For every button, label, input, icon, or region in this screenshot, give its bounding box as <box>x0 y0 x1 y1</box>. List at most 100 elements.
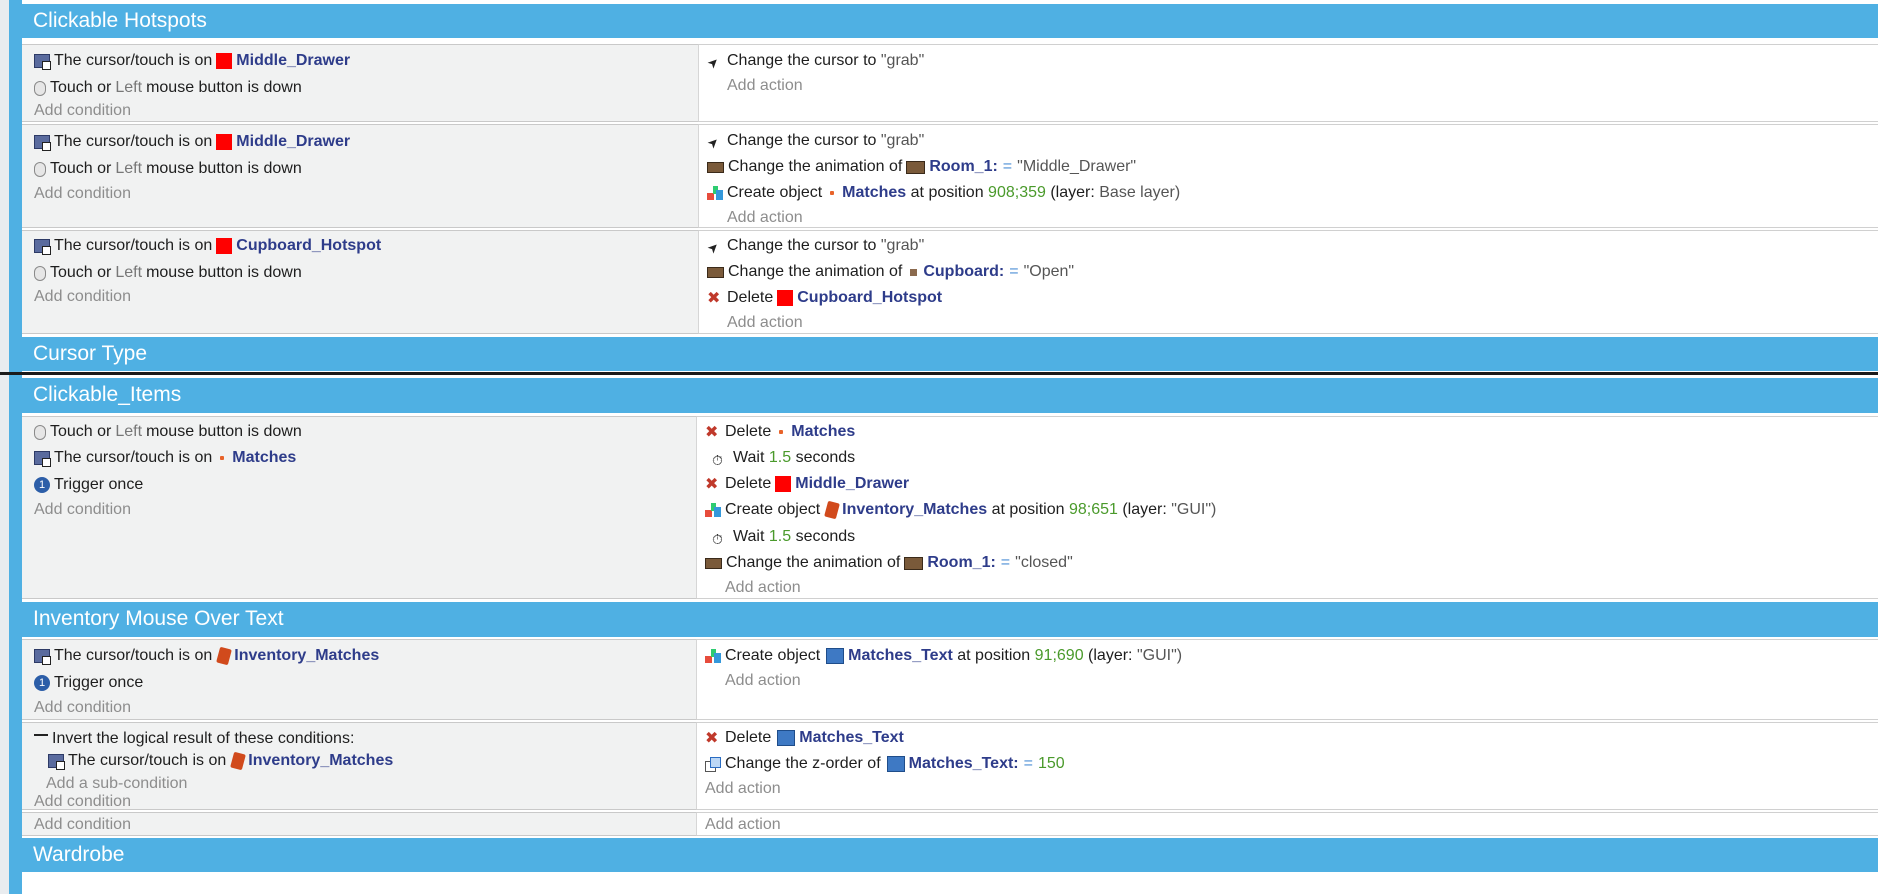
conditions-cell[interactable]: Touch or Left mouse button is down The c… <box>22 416 697 599</box>
animation-icon <box>707 161 724 173</box>
action-wait[interactable]: Wait 1.5 seconds <box>705 445 855 473</box>
add-action-link[interactable]: Add action <box>727 73 803 99</box>
actions-cell[interactable]: Delete Matches_Text Change the z-order o… <box>697 722 1878 810</box>
add-condition-link[interactable]: Add condition <box>34 98 131 124</box>
condition-cursor-on[interactable]: The cursor/touch is on Middle_Drawer <box>34 48 350 74</box>
group-indent-bar <box>9 0 22 372</box>
conditions-cell[interactable]: The cursor/touch is on Middle_Drawer Tou… <box>22 44 699 122</box>
group-inventory-mouse-over-text[interactable]: Inventory Mouse Over Text <box>22 602 1878 637</box>
conditions-cell[interactable]: Add condition <box>22 812 697 836</box>
object-swatch-icon <box>824 500 841 520</box>
events-pane-bottom: Clickable_Items Touch or Left mouse butt… <box>0 375 1878 894</box>
condition-trigger-once[interactable]: 1 Trigger once <box>34 670 143 696</box>
event-row[interactable]: The cursor/touch is on Middle_Drawer Tou… <box>22 44 1878 122</box>
add-condition-link[interactable]: Add condition <box>34 497 131 523</box>
cursor-on-object-icon <box>34 451 51 467</box>
create-object-icon <box>707 186 723 200</box>
object-swatch-icon <box>906 160 926 174</box>
add-condition-link[interactable]: Add condition <box>34 284 131 310</box>
conditions-cell[interactable]: The cursor/touch is on Cupboard_Hotspot … <box>22 230 699 334</box>
action-change-animation[interactable]: Change the animation of Room_1: = "Middl… <box>707 154 1136 180</box>
condition-mouse-down[interactable]: Touch or Left mouse button is down <box>34 260 302 286</box>
action-create-object[interactable]: Create object Matches_Text at position 9… <box>705 643 1182 669</box>
conditions-cell[interactable]: The cursor/touch is on Middle_Drawer Tou… <box>22 124 699 228</box>
add-action-link[interactable]: Add action <box>705 776 781 802</box>
action-change-animation[interactable]: Change the animation of Cupboard: = "Ope… <box>707 259 1074 285</box>
condition-cursor-on[interactable]: The cursor/touch is on Matches <box>34 445 296 471</box>
actions-cell[interactable]: Create object Matches_Text at position 9… <box>697 639 1878 720</box>
action-delete[interactable]: Delete Matches <box>705 419 855 446</box>
timer-icon <box>705 447 729 473</box>
action-wait[interactable]: Wait 1.5 seconds <box>705 524 855 552</box>
action-create-object[interactable]: Create object Matches at position 908;35… <box>707 180 1180 206</box>
animation-icon <box>707 266 724 278</box>
group-wardrobe[interactable]: Wardrobe <box>22 838 1878 872</box>
conditions-cell[interactable]: Invert the logical result of these condi… <box>22 722 697 810</box>
action-delete[interactable]: Delete Matches_Text <box>705 725 904 752</box>
cursor-on-object-icon <box>34 54 51 70</box>
event-row[interactable]: The cursor/touch is on Cupboard_Hotspot … <box>22 230 1878 334</box>
cursor-on-object-icon <box>34 239 51 255</box>
event-row[interactable]: The cursor/touch is on Middle_Drawer Tou… <box>22 124 1878 228</box>
mouse-icon <box>34 265 46 281</box>
event-row[interactable]: The cursor/touch is on Inventory_Matches… <box>22 639 1878 720</box>
object-swatch-icon <box>779 430 784 434</box>
event-row-empty[interactable]: Add condition Add action <box>22 812 1878 836</box>
add-action-link[interactable]: Add action <box>705 812 781 838</box>
action-create-object[interactable]: Create object Inventory_Matches at posit… <box>705 497 1216 523</box>
object-swatch-icon <box>216 238 233 254</box>
condition-mouse-down[interactable]: Touch or Left mouse button is down <box>34 419 302 445</box>
conditions-cell[interactable]: The cursor/touch is on Inventory_Matches… <box>22 639 697 720</box>
invert-icon <box>34 734 48 736</box>
create-object-icon <box>705 649 721 663</box>
condition-cursor-on[interactable]: The cursor/touch is on Inventory_Matches <box>34 643 379 669</box>
condition-cursor-on[interactable]: The cursor/touch is on Cupboard_Hotspot <box>34 233 381 259</box>
actions-cell[interactable]: Change the cursor to "grab" Change the a… <box>699 230 1878 334</box>
group-cursor-type[interactable]: Cursor Type <box>22 337 1878 371</box>
object-swatch-icon <box>216 53 233 69</box>
action-change-cursor[interactable]: Change the cursor to "grab" <box>707 233 924 259</box>
event-row[interactable]: Invert the logical result of these condi… <box>22 722 1878 810</box>
mouse-icon <box>34 161 46 177</box>
condition-cursor-on[interactable]: The cursor/touch is on Middle_Drawer <box>34 129 350 155</box>
cursor-on-object-icon <box>34 649 51 665</box>
delete-icon <box>707 286 723 312</box>
add-action-link[interactable]: Add action <box>727 205 803 231</box>
cursor-on-object-icon <box>48 754 65 770</box>
mouse-icon <box>34 424 46 440</box>
create-object-icon <box>705 503 721 517</box>
add-action-link[interactable]: Add action <box>725 575 801 601</box>
object-swatch-icon <box>830 191 835 195</box>
add-condition-link[interactable]: Add condition <box>34 695 131 721</box>
delete-icon <box>705 472 721 498</box>
actions-cell[interactable]: Change the cursor to "grab" Change the a… <box>699 124 1878 228</box>
object-swatch-icon <box>230 751 247 771</box>
condition-trigger-once[interactable]: 1 Trigger once <box>34 472 143 498</box>
actions-cell[interactable]: Add action <box>697 812 1878 836</box>
action-change-cursor[interactable]: Change the cursor to "grab" <box>707 128 924 154</box>
group-clickable-items[interactable]: Clickable_Items <box>22 378 1878 413</box>
actions-cell[interactable]: Change the cursor to "grab" Add action <box>699 44 1878 122</box>
cursor-arrow-icon <box>707 238 723 254</box>
add-condition-link[interactable]: Add condition <box>34 181 131 207</box>
group-clickable-hotspots[interactable]: Clickable Hotspots <box>22 4 1878 38</box>
events-pane-top: Clickable Hotspots The cursor/touch is o… <box>0 0 1878 372</box>
actions-cell[interactable]: Delete Matches Wait 1.5 seconds Delete M… <box>697 416 1878 599</box>
action-change-z-order[interactable]: Change the z-order of Matches_Text: = 15… <box>705 751 1065 777</box>
action-delete[interactable]: Delete Middle_Drawer <box>705 471 909 498</box>
mouse-icon <box>34 80 46 96</box>
event-row[interactable]: Touch or Left mouse button is down The c… <box>22 416 1878 599</box>
action-change-cursor[interactable]: Change the cursor to "grab" <box>707 48 924 74</box>
trigger-once-icon: 1 <box>34 477 50 493</box>
text-object-icon <box>826 648 845 664</box>
add-action-link[interactable]: Add action <box>727 310 803 336</box>
add-condition-link[interactable]: Add condition <box>34 812 131 838</box>
text-object-icon <box>777 730 796 746</box>
action-delete[interactable]: Delete Cupboard_Hotspot <box>707 285 942 312</box>
action-change-animation[interactable]: Change the animation of Room_1: = "close… <box>705 550 1073 576</box>
trigger-once-icon: 1 <box>34 675 50 691</box>
add-action-link[interactable]: Add action <box>725 668 801 694</box>
condition-mouse-down[interactable]: Touch or Left mouse button is down <box>34 156 302 182</box>
object-swatch-icon <box>904 556 924 570</box>
object-swatch-icon <box>775 476 792 492</box>
